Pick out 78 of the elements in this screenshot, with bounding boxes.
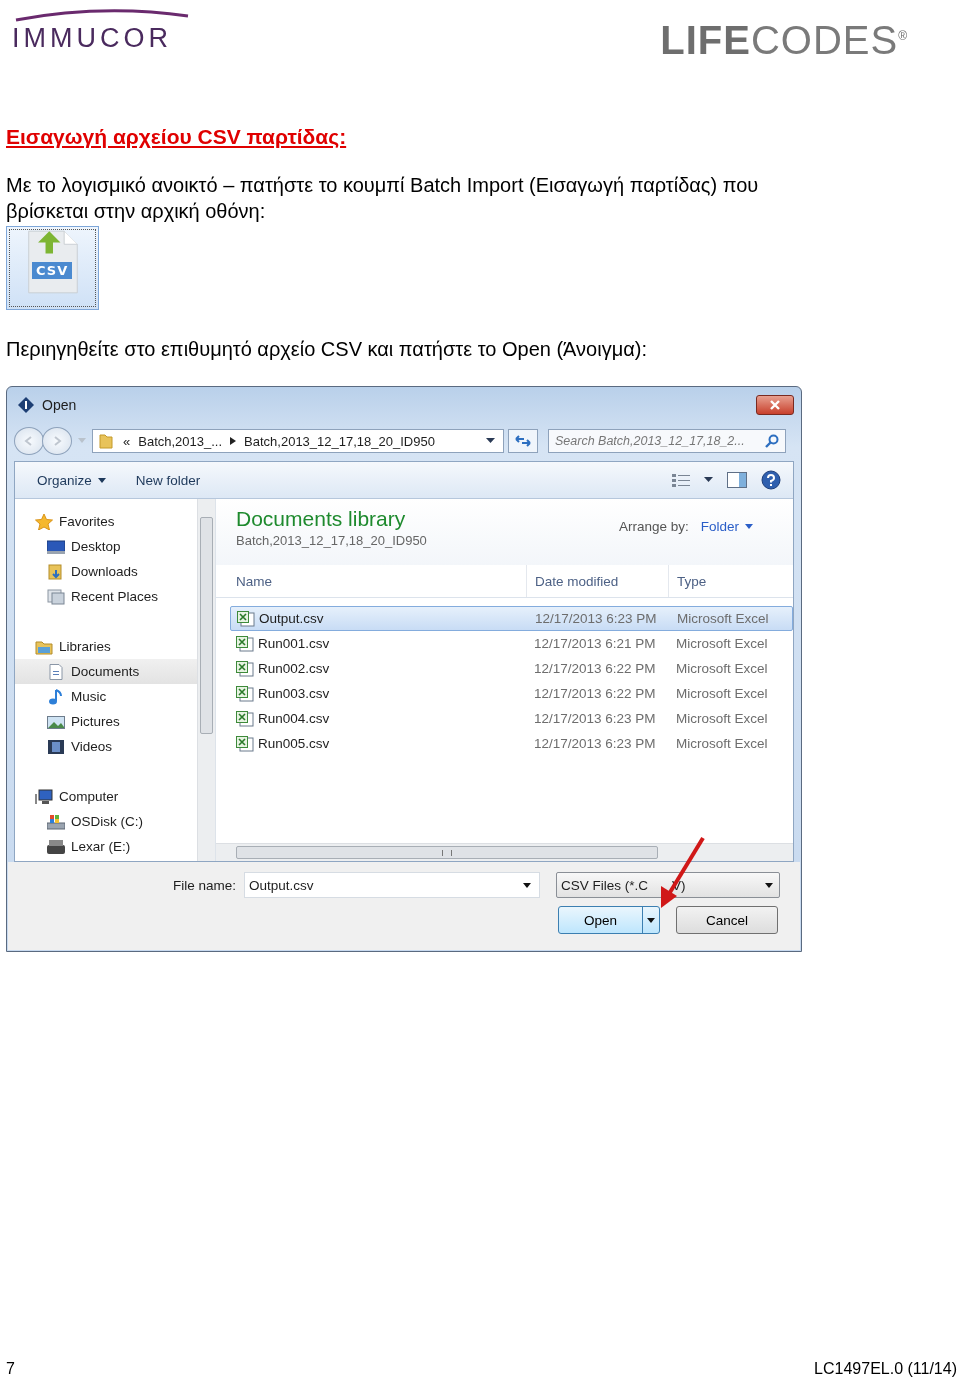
file-name-field[interactable]: Output.csv: [244, 872, 540, 898]
nav-item[interactable]: Recent Places: [15, 584, 197, 609]
chevron-icon: [230, 437, 237, 445]
search-field[interactable]: Search Batch,2013_12_17,18_2...: [548, 429, 786, 453]
drive-icon: [47, 838, 65, 855]
library-title: Documents library: [236, 507, 407, 531]
document-code: LC1497EL.0 (11/14): [814, 1360, 957, 1378]
product-logo: LIFECODES$^{®}$: [660, 17, 908, 63]
folder-icon: [99, 433, 113, 449]
file-row[interactable]: Run005.csv 12/17/2013 6:23 PM Microsoft Excel: [230, 731, 793, 756]
arrange-label: Arrange by:: [618, 519, 689, 534]
desktop-icon: [47, 538, 65, 555]
spreadsheet-file-icon: [236, 635, 254, 652]
help-icon[interactable]: [761, 470, 781, 490]
file-row[interactable]: Run004.csv 12/17/2013 6:23 PM Microsoft Excel: [230, 706, 793, 731]
library-path: Batch,2013_12_17,18_20_ID950: [236, 533, 427, 548]
column-header[interactable]: Name: [216, 565, 526, 597]
file-name-label: File name:: [172, 877, 236, 893]
close-button[interactable]: [756, 395, 794, 415]
arrange-dropdown[interactable]: Folder: [700, 519, 753, 534]
nav-item[interactable]: Videos: [15, 734, 197, 759]
document-icon: [47, 663, 65, 680]
cancel-button[interactable]: Cancel: [676, 906, 778, 934]
breadcrumb-item[interactable]: Batch,2013_...: [138, 433, 223, 449]
view-list-icon[interactable]: [672, 473, 690, 487]
star-icon: [35, 513, 53, 530]
search-icon: [765, 434, 779, 448]
refresh-button[interactable]: [508, 429, 538, 453]
nav-item[interactable]: Music: [15, 684, 197, 709]
nav-item[interactable]: Favorites: [15, 509, 197, 534]
nav-item[interactable]: Downloads: [15, 559, 197, 584]
nav-item[interactable]: Computer: [15, 784, 197, 809]
instruction-text: Περιηγηθείτε στο επιθυμητό αρχείο CSV και πατήστε το Open (Άνοιγμα):: [6, 337, 648, 362]
instruction-text: Με το λογισμικό ανοικτό – πατήστε το κουμπί Batch Import (Εισαγωγή παρτίδας) που βρίσκεται στην αρχική οθόνη:: [6, 173, 760, 224]
spreadsheet-file-icon: [236, 685, 254, 702]
pictures-icon: [47, 713, 65, 730]
section-heading: Εισαγωγή αρχείου CSV παρτίδας:: [6, 124, 347, 150]
horizontal-scrollbar[interactable]: [216, 843, 793, 861]
computer-icon: [35, 788, 53, 805]
spreadsheet-file-icon: [236, 660, 254, 677]
spreadsheet-file-icon: [236, 735, 254, 752]
organize-menu[interactable]: Organize: [37, 472, 106, 488]
recent-icon: [47, 588, 65, 605]
nav-item[interactable]: Desktop: [15, 534, 197, 559]
spreadsheet-file-icon: [236, 710, 254, 727]
nav-item[interactable]: OSDisk (C:): [15, 809, 197, 834]
column-header[interactable]: Type: [668, 565, 793, 597]
close-icon: [769, 400, 781, 410]
disk-icon: [47, 813, 65, 830]
spreadsheet-file-icon: [237, 610, 255, 627]
app-icon: [18, 397, 34, 413]
nav-item[interactable]: Pictures: [15, 709, 197, 734]
address-bar[interactable]: « Batch,2013_... Batch,2013_12_17,18_20_ID950: [92, 429, 504, 453]
file-row[interactable]: Run003.csv 12/17/2013 6:22 PM Microsoft Excel: [230, 681, 793, 706]
file-row[interactable]: Run001.csv 12/17/2013 6:21 PM Microsoft Excel: [230, 631, 793, 656]
file-row[interactable]: Output.csv 12/17/2013 6:23 PM Microsoft Excel: [230, 606, 793, 631]
refresh-icon: [515, 434, 531, 448]
nav-item[interactable]: Documents: [15, 659, 197, 684]
videos-icon: [47, 738, 65, 755]
page-number: 7: [6, 1360, 15, 1378]
open-button[interactable]: Open: [558, 906, 660, 934]
nav-item[interactable]: Libraries: [15, 634, 197, 659]
dropdown-caret-icon[interactable]: [486, 438, 495, 444]
vertical-scrollbar[interactable]: [197, 499, 215, 861]
file-row[interactable]: Run002.csv 12/17/2013 6:22 PM Microsoft Excel: [230, 656, 793, 681]
music-icon: [47, 688, 65, 705]
preview-pane-icon[interactable]: [727, 472, 747, 488]
window-title: Open: [42, 397, 77, 413]
column-header[interactable]: Date modified: [526, 565, 668, 597]
breadcrumb-item[interactable]: «: [123, 433, 131, 449]
downloads-icon: [47, 563, 65, 580]
batch-import-button[interactable]: CSV: [6, 226, 99, 310]
breadcrumb-item[interactable]: Batch,2013_12_17,18_20_ID950: [244, 433, 435, 449]
caret-icon[interactable]: [704, 477, 713, 483]
new-folder-button[interactable]: New folder: [135, 472, 201, 488]
company-logo: IMMUCOR: [12, 8, 192, 52]
library-icon: [35, 638, 53, 655]
nav-item[interactable]: Lexar (E:): [15, 834, 197, 859]
